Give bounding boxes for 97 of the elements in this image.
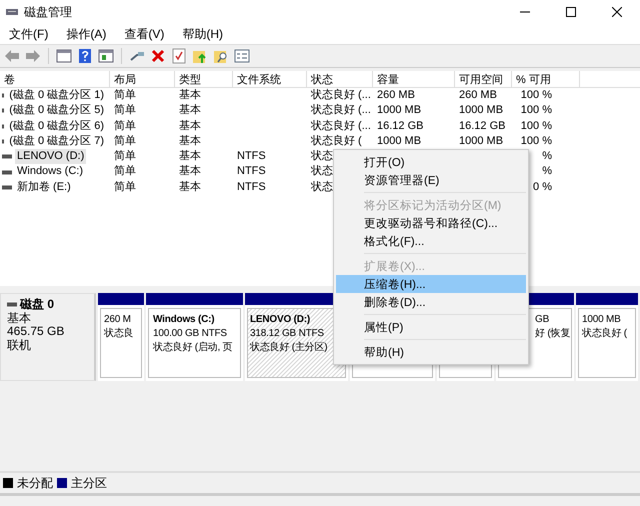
table-cell: NTFS — [237, 149, 266, 164]
volume-icon — [2, 108, 4, 114]
table-cell-text: NTFS — [237, 180, 266, 195]
volume-icon — [2, 124, 4, 129]
partition-info: 260 M — [104, 313, 132, 327]
volume-icon — [2, 93, 4, 98]
volume-name[interactable]: (磁盘 0 磁盘分区 7) — [7, 134, 106, 150]
volume-name[interactable]: (磁盘 0 磁盘分区 1) — [7, 88, 106, 104]
column-header[interactable]: 卷 — [0, 71, 110, 87]
panel-icon[interactable] — [97, 47, 115, 65]
partition-info: 1000 MB — [582, 313, 622, 327]
menu-item[interactable]: 操作(A) — [57, 26, 116, 42]
column-header[interactable]: 状态 — [307, 71, 373, 87]
partition-block[interactable]: Windows (C:) 100.00 GB NTFS 状态良好 (启动, 页 — [146, 293, 243, 381]
table-cell-text: 基本 — [179, 103, 201, 118]
table-cell-text: 简单 — [114, 164, 136, 180]
table-cell-text: 1000 MB — [377, 134, 422, 149]
table-cell-text: 状态 — [311, 164, 333, 180]
table-cell-text: 1000 MB — [377, 103, 422, 118]
legend-label: 主分区 — [71, 474, 107, 492]
column-header[interactable]: 容量 — [373, 71, 455, 87]
partition-title: Windows (C:) — [153, 313, 216, 327]
volume-name[interactable]: (磁盘 0 磁盘分区 5) — [7, 103, 106, 119]
menu-item[interactable]: 资源管理器(E) — [336, 171, 526, 189]
volume-name[interactable]: (磁盘 0 磁盘分区 6) — [7, 118, 106, 134]
table-cell-text: 1000 MB — [459, 103, 504, 118]
partition-title: LENOVO (D:) — [250, 313, 312, 327]
table-cell-text: 简单 — [114, 180, 136, 195]
menu-item[interactable]: 打开(O) — [336, 153, 526, 171]
help-icon[interactable] — [76, 47, 94, 65]
close-icon — [612, 7, 622, 17]
column-header[interactable]: 布局 — [110, 71, 175, 87]
table-cell-text: % — [541, 149, 552, 164]
table-cell: 简单 — [114, 149, 136, 164]
table-cell-text: 基本 — [179, 164, 201, 180]
column-header[interactable]: 文件系统 — [233, 71, 307, 87]
table-cell-text: 260 MB — [459, 88, 497, 103]
table-cell-text: 简单 — [114, 88, 136, 103]
table-cell-text: 简单 — [114, 103, 136, 118]
table-cell-text: 100 % — [520, 134, 552, 149]
table-cell-text: 状态良好 ( — [311, 134, 362, 149]
column-header[interactable]: 类型 — [175, 71, 233, 87]
table-cell-text: 基本 — [179, 134, 201, 149]
menu-item[interactable]: 压缩卷(H)... — [336, 275, 526, 293]
table-cell: 16.12 GB — [459, 118, 506, 134]
table-cell-text: 基本 — [179, 88, 201, 103]
partition-block[interactable]: 1000 MB 状态良好 ( — [576, 293, 638, 381]
list-icon[interactable] — [233, 47, 251, 65]
table-cell-text: 100 % — [520, 103, 552, 118]
table-cell-text: 100 % — [520, 118, 552, 134]
volume-name[interactable]: 新加卷 (E:) — [15, 180, 73, 196]
disk-type: 基本 — [7, 312, 32, 325]
menu-item[interactable]: 文件(F) — [0, 26, 58, 42]
partition-info: 状态良好 (主分区) — [250, 341, 328, 355]
legend-label: 未分配 — [17, 474, 53, 492]
table-cell: 状态良好 (... — [311, 118, 371, 134]
table-cell-text: 简单 — [114, 134, 136, 149]
menu-item[interactable]: 帮助(H) — [173, 26, 232, 42]
volume-name[interactable]: LENOVO (D:) — [15, 149, 86, 164]
panel-icon[interactable] — [55, 47, 73, 65]
partition-block[interactable]: 260 M 状态良 — [98, 293, 144, 381]
table-cell-text: 1000 MB — [459, 134, 504, 149]
table-cell: 状态 — [311, 149, 333, 164]
column-header[interactable]: 可用空间 — [455, 71, 512, 87]
table-cell: 简单 — [114, 118, 136, 134]
table-cell-text: NTFS — [237, 164, 266, 180]
disk-name: 磁盘 0 — [20, 298, 54, 312]
partition-info: 100.00 GB NTFS — [153, 327, 228, 341]
table-cell-text: 100 % — [520, 88, 552, 103]
table-cell-text: % — [541, 164, 552, 180]
checklist-icon[interactable] — [170, 47, 188, 65]
menu-item[interactable]: 查看(V) — [115, 26, 174, 42]
partition-info: 状态良好 ( — [582, 327, 628, 341]
table-cell: 基本 — [179, 149, 201, 164]
table-cell-text: 260 MB — [377, 88, 415, 103]
disk-status: 联机 — [7, 338, 32, 352]
table-cell-text: 状态良好 (... — [311, 103, 371, 118]
menu-item[interactable]: 更改驱动器号和路径(C)... — [336, 214, 526, 232]
partition-info: 318.12 GB NTFS — [250, 327, 325, 341]
partition-info: 状态良 — [104, 327, 134, 341]
partition-info: GB — [535, 313, 550, 327]
column-header[interactable]: % 可用 — [512, 71, 580, 87]
partition-info: 状态良好 (启动, 页 — [153, 341, 234, 355]
volume-icon — [2, 139, 4, 144]
disk-size: 465.75 GB — [7, 325, 66, 338]
table-cell-text: 状态 — [311, 180, 333, 195]
delete-icon[interactable] — [149, 47, 167, 65]
window-title: 磁盘管理 — [24, 4, 73, 20]
table-cell: 16.12 GB — [377, 118, 424, 134]
maximize-icon — [566, 7, 576, 17]
menu-item[interactable]: 格式化(F)... — [336, 232, 526, 250]
table-cell: 基本 — [179, 118, 201, 134]
partition-info: 好 (恢复 — [535, 327, 571, 341]
table-cell-text: 基本 — [179, 180, 201, 195]
table-cell-text: 0 % — [532, 180, 552, 195]
volume-name[interactable]: Windows (C:) — [15, 164, 86, 180]
table-cell-text: 状态良好 (... — [311, 88, 371, 103]
